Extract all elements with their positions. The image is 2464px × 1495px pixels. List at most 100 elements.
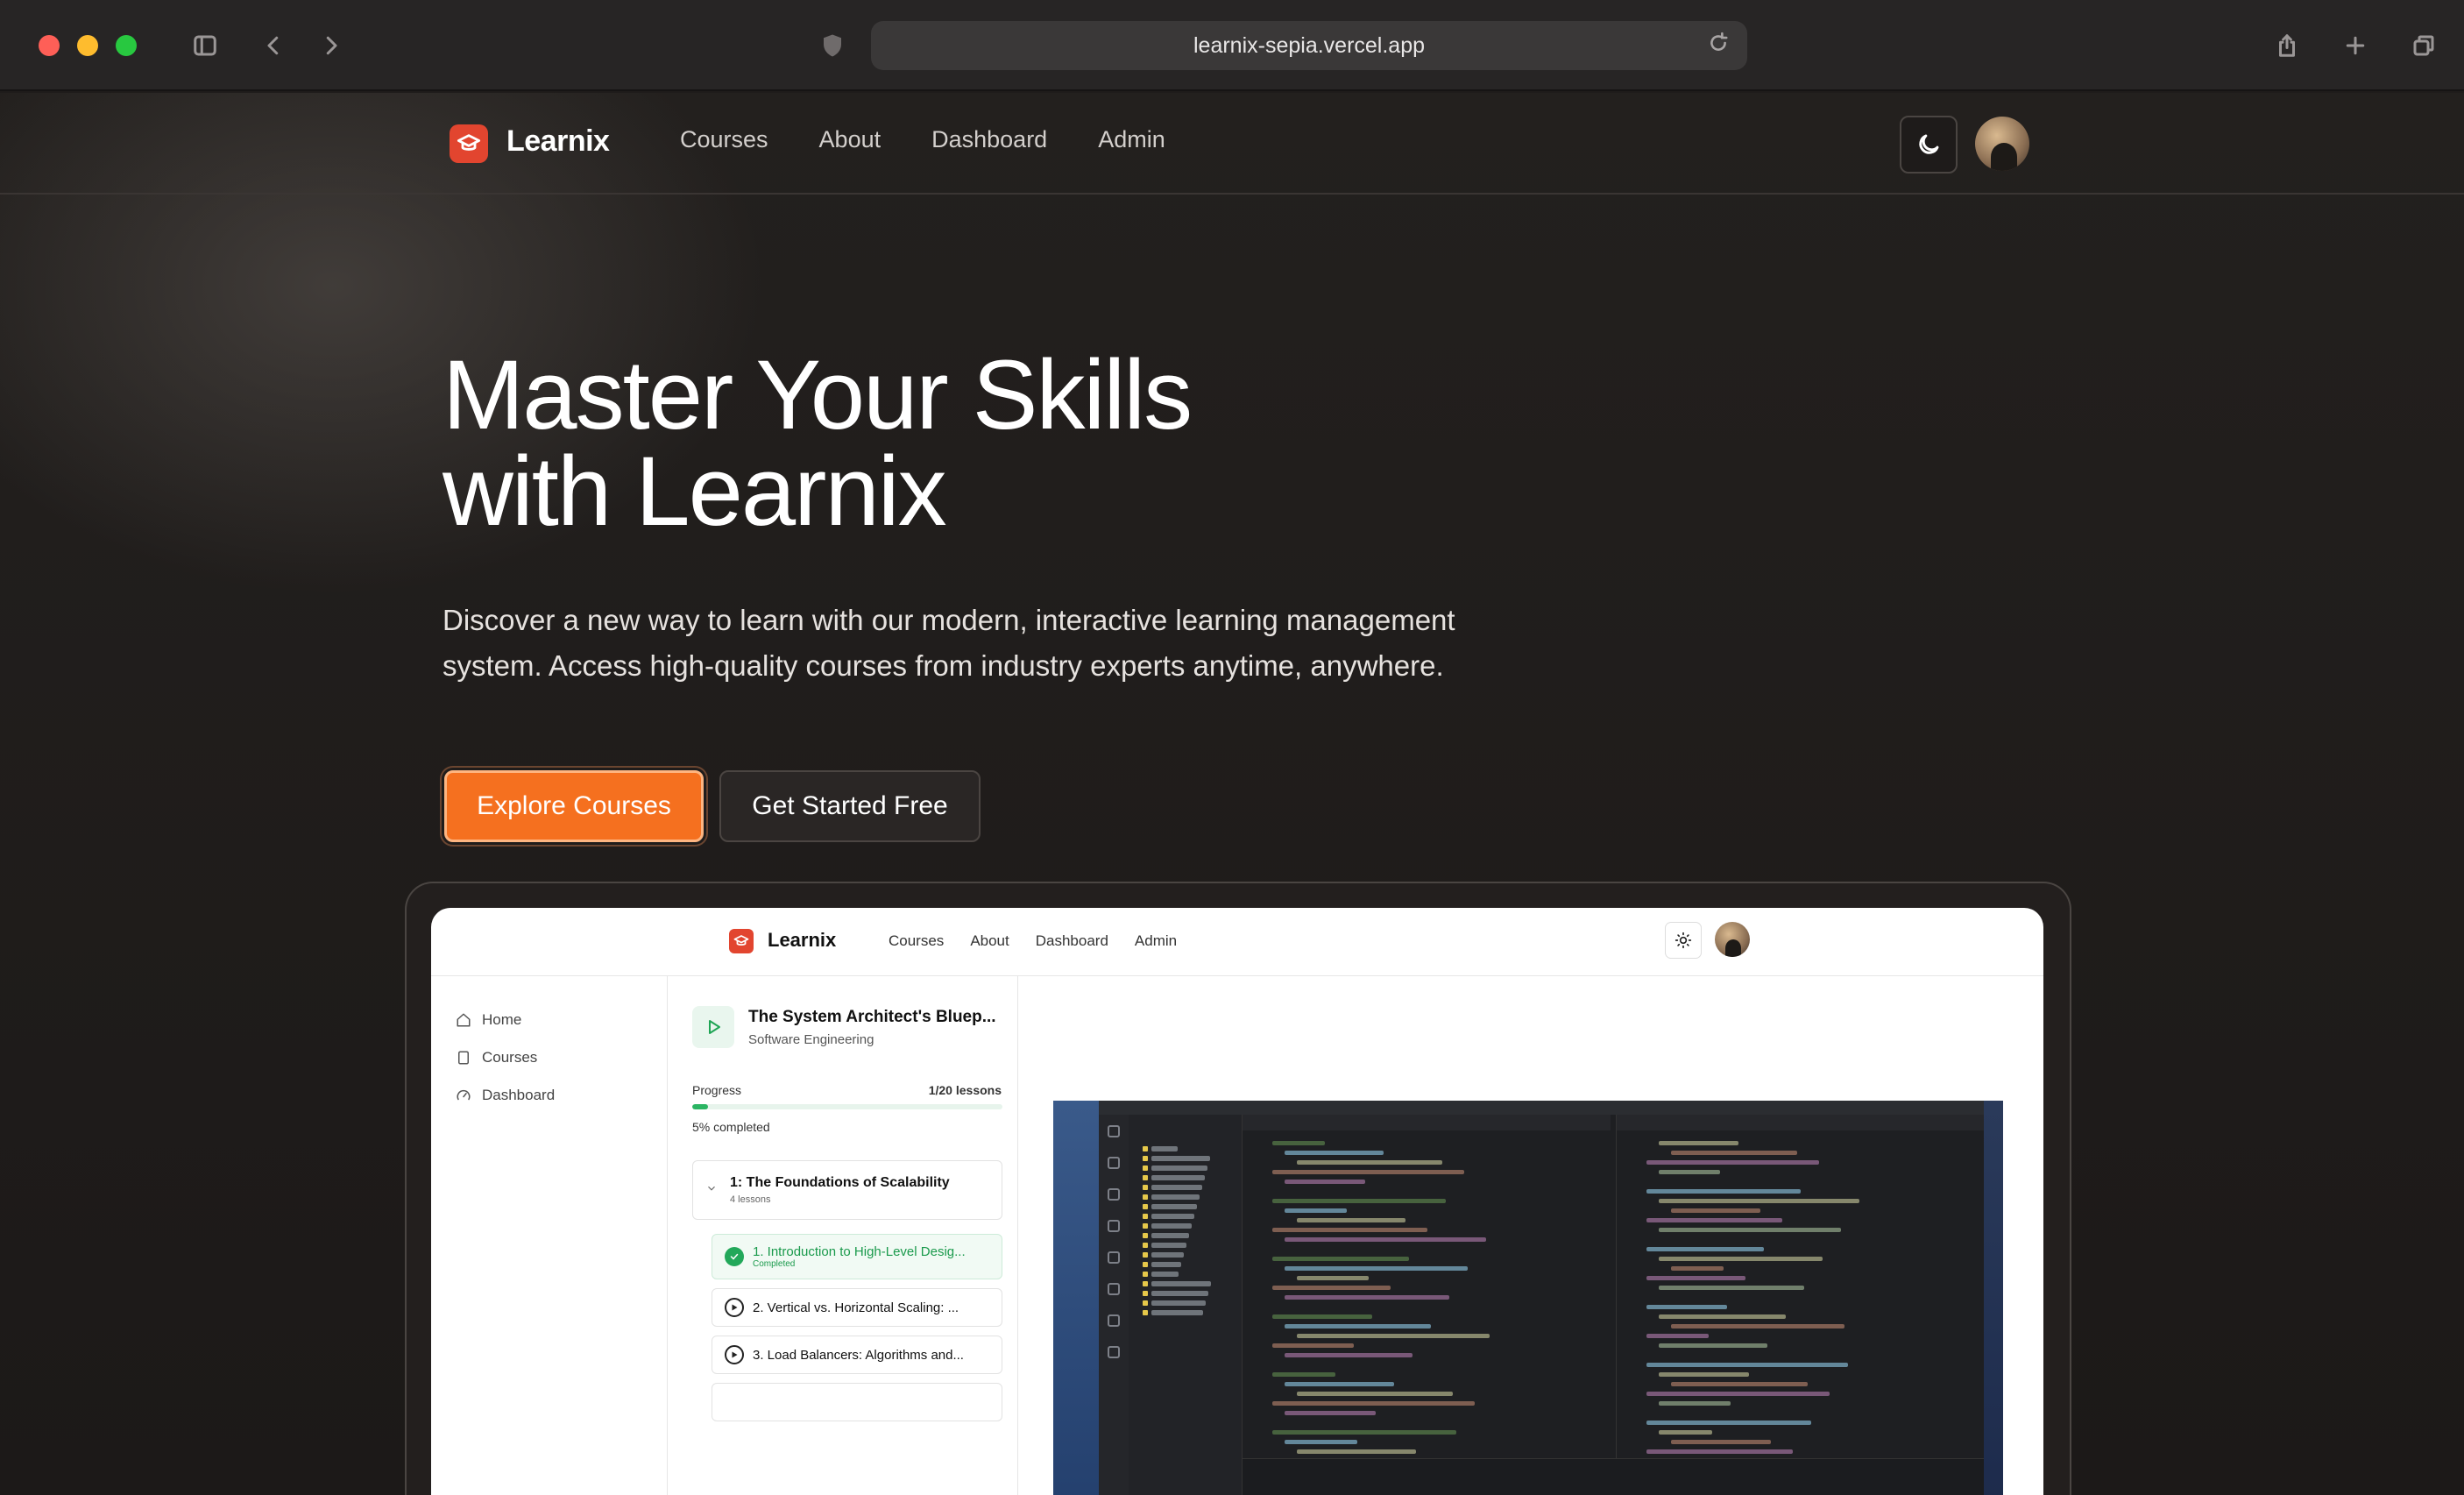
- preview-brand: Learnix: [768, 929, 837, 951]
- site-header: Learnix Courses About Dashboard Admin: [0, 93, 2464, 195]
- preview-progress-text: 5% completed: [692, 1120, 770, 1134]
- url-text: learnix-sepia.vercel.app: [1193, 32, 1426, 58]
- preview-lesson-item: 3. Load Balancers: Algorithms and...: [712, 1336, 1002, 1374]
- ide-code-line: [1659, 1257, 1823, 1261]
- close-window-button[interactable]: [39, 35, 60, 56]
- graduation-cap-icon: [729, 929, 754, 953]
- main-nav: Courses About Dashboard Admin: [680, 126, 1165, 153]
- share-icon[interactable]: [2268, 26, 2306, 65]
- tabs-icon[interactable]: [2404, 26, 2443, 65]
- ide-file-entry: [1151, 1214, 1194, 1219]
- ide-code-line: [1646, 1421, 1811, 1425]
- preview-lesson-title: 3. Load Balancers: Algorithms and...: [753, 1347, 964, 1363]
- ide-code-line: [1285, 1324, 1431, 1328]
- avatar[interactable]: [1975, 117, 2029, 171]
- preview-lesson-title: 1. Introduction to High-Level Desig...: [753, 1244, 966, 1259]
- hero-title-line2: with Learnix: [443, 436, 947, 546]
- ide-code-line: [1659, 1228, 1841, 1232]
- ide-file-entry: [1151, 1204, 1197, 1209]
- hero-title-line1: Master Your Skills: [443, 340, 1193, 450]
- preview-sidebar: Home Courses Dashboard: [431, 976, 668, 1495]
- ide-code-line: [1659, 1430, 1712, 1435]
- preview-module-subtitle: 4 lessons: [730, 1194, 771, 1205]
- video-ide-screenshot: [1099, 1101, 1984, 1495]
- ide-file-entry: [1151, 1156, 1210, 1161]
- python-file-icon: [1143, 1194, 1148, 1200]
- python-file-icon: [1143, 1166, 1148, 1171]
- ide-code-line: [1285, 1180, 1365, 1184]
- preview-lesson-status: Completed: [753, 1259, 796, 1269]
- python-file-icon: [1143, 1291, 1148, 1296]
- sun-icon: [1675, 932, 1692, 949]
- nav-courses[interactable]: Courses: [680, 126, 768, 153]
- preview-progress-label: Progress: [692, 1083, 742, 1097]
- shield-icon[interactable]: [813, 26, 852, 65]
- ide-code-line: [1646, 1334, 1709, 1338]
- plus-icon[interactable]: [2336, 26, 2375, 65]
- gauge-icon: [457, 1089, 471, 1101]
- ide-code-line: [1272, 1401, 1475, 1406]
- address-bar[interactable]: learnix-sepia.vercel.app: [871, 21, 1747, 70]
- python-file-icon: [1143, 1204, 1148, 1209]
- ide-code-line: [1272, 1199, 1446, 1203]
- ide-code-line: [1285, 1208, 1347, 1213]
- ide-tabs: [1243, 1115, 1611, 1130]
- brand-name[interactable]: Learnix: [506, 124, 610, 159]
- sidebar-icon[interactable]: [186, 26, 224, 65]
- files-icon: [1108, 1125, 1120, 1137]
- python-file-icon: [1143, 1156, 1148, 1161]
- ide-file-entry: [1151, 1194, 1200, 1200]
- ide-tabs: [1617, 1115, 1984, 1130]
- minimize-window-button[interactable]: [77, 35, 98, 56]
- nav-dashboard[interactable]: Dashboard: [931, 126, 1047, 153]
- python-file-icon: [1143, 1175, 1148, 1180]
- ide-code-line: [1285, 1411, 1376, 1415]
- preview-course-subtitle: Software Engineering: [748, 1032, 874, 1047]
- ide-code-line: [1272, 1430, 1456, 1435]
- python-file-icon: [1143, 1214, 1148, 1219]
- ide-editor-left: [1243, 1115, 1611, 1495]
- preview-lesson-title: 2. Vertical vs. Horizontal Scaling: ...: [753, 1300, 959, 1315]
- ide-code-line: [1646, 1160, 1819, 1165]
- moon-icon: [1919, 134, 1939, 154]
- preview-nav-courses: Courses: [889, 932, 945, 949]
- ide-file-entry: [1151, 1146, 1178, 1151]
- ide-code-line: [1646, 1363, 1848, 1367]
- preview-header: Learnix Courses About Dashboard Admin: [431, 908, 2043, 976]
- zoom-window-button[interactable]: [116, 35, 137, 56]
- chevron-left-icon[interactable]: [254, 26, 293, 65]
- ide-code-line: [1659, 1199, 1859, 1203]
- preview-lesson-item: 1. Introduction to High-Level Desig... C…: [712, 1234, 1002, 1279]
- ide-file-entry: [1151, 1272, 1179, 1277]
- ide-code-line: [1272, 1343, 1354, 1348]
- ide-code-line: [1272, 1314, 1372, 1319]
- theme-toggle-button[interactable]: [1900, 116, 1958, 174]
- graduation-cap-icon[interactable]: [450, 124, 488, 163]
- ide-code-line: [1646, 1189, 1801, 1194]
- ide-code-line: [1646, 1247, 1764, 1251]
- chevron-right-icon[interactable]: [312, 26, 350, 65]
- python-file-icon: [1143, 1281, 1148, 1286]
- python-file-icon: [1143, 1146, 1148, 1151]
- ide-file-entry: [1151, 1310, 1203, 1315]
- ide-code-line: [1285, 1295, 1449, 1300]
- ide-code-line: [1297, 1276, 1369, 1280]
- nav-about[interactable]: About: [819, 126, 882, 153]
- ide-file-entry: [1151, 1175, 1205, 1180]
- python-file-icon: [1143, 1300, 1148, 1306]
- python-file-icon: [1143, 1243, 1148, 1248]
- ide-file-entry: [1151, 1233, 1189, 1238]
- play-circle-icon: [725, 1345, 744, 1364]
- get-started-button[interactable]: Get Started Free: [719, 770, 981, 842]
- ide-code-line: [1297, 1449, 1416, 1454]
- reload-icon[interactable]: [1707, 32, 1735, 60]
- search-icon: [1108, 1157, 1120, 1169]
- check-circle-icon: [725, 1247, 744, 1266]
- remote-icon: [1108, 1283, 1120, 1295]
- explore-courses-button[interactable]: Explore Courses: [444, 770, 704, 842]
- python-file-icon: [1143, 1223, 1148, 1229]
- video-backdrop: [1053, 1101, 1099, 1495]
- nav-admin[interactable]: Admin: [1098, 126, 1165, 153]
- ide-file-entry: [1151, 1166, 1207, 1171]
- preview-nav-about: About: [970, 932, 1009, 949]
